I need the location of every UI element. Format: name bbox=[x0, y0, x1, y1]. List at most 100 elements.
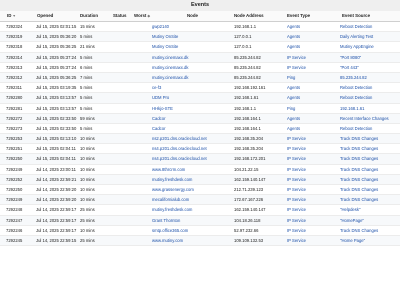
event-source-link[interactable]: "Port 443" bbox=[340, 63, 400, 73]
table-row[interactable]: 7292280Jul 15, 2025 03:13:575 mins✓UUDM … bbox=[0, 93, 400, 104]
event-id[interactable]: 7292313 bbox=[6, 63, 38, 73]
event-source-link[interactable]: "Port 8080" bbox=[340, 53, 400, 63]
table-row[interactable]: 7292311Jul 15, 2025 03:19:355 mins✓▤ce-f… bbox=[0, 83, 400, 94]
table-row[interactable]: 7292253Jul 15, 2025 02:13:1010 mins✓Ons2… bbox=[0, 134, 400, 145]
table-row[interactable]: 7292251Jul 15, 2025 02:04:1110 mins✓Ons4… bbox=[0, 144, 400, 155]
table-row[interactable]: 7292273Jul 15, 2025 02:33:505 mins✓CCadc… bbox=[0, 124, 400, 135]
column-header-event-type[interactable]: Event Type bbox=[287, 11, 310, 21]
table-row[interactable]: 7292249Jul 14, 2025 23:00:1110 mins✓☁www… bbox=[0, 165, 400, 175]
event-source-link[interactable]: Daily Alerting Test bbox=[340, 32, 400, 42]
column-header-opened[interactable]: Opened bbox=[37, 11, 53, 21]
table-row[interactable]: 7292250Jul 14, 2025 22:59:2010 mins✓☁www… bbox=[0, 185, 400, 196]
event-source-link[interactable]: Track DNS Changes bbox=[340, 185, 400, 195]
event-source-link[interactable]: "Helpdesk" bbox=[340, 205, 400, 215]
event-type-link[interactable]: IP Service bbox=[287, 216, 339, 226]
event-type-link[interactable]: Ping bbox=[287, 73, 339, 83]
event-type-link[interactable]: Agents bbox=[287, 32, 339, 42]
event-source-link[interactable]: Track DNS Changes bbox=[340, 154, 400, 164]
table-row[interactable]: 7292248Jul 14, 2025 22:59:1725 mins✓!☁mu… bbox=[0, 205, 400, 216]
event-type-link[interactable]: Agents bbox=[287, 124, 339, 134]
event-type-link[interactable]: IP Service bbox=[287, 175, 339, 185]
node-address: 104.18.26.118 bbox=[234, 217, 261, 223]
table-row[interactable]: 7292250Jul 15, 2025 02:04:1110 mins✓Ons4… bbox=[0, 154, 400, 165]
event-type-link[interactable]: IP Service bbox=[287, 154, 339, 164]
event-id[interactable]: 7292318 bbox=[6, 42, 38, 52]
event-type-link[interactable]: IP Service bbox=[287, 205, 339, 215]
event-type-link[interactable]: Agents bbox=[287, 42, 339, 52]
event-type-link[interactable]: Agents bbox=[287, 83, 339, 93]
event-id[interactable]: 7292280 bbox=[6, 93, 38, 103]
event-type-link[interactable]: IP Service bbox=[287, 236, 339, 246]
table-row[interactable]: 7292312Jul 15, 2025 05:36:257 mins✓!◍mut… bbox=[0, 72, 400, 84]
event-id[interactable]: 7292247 bbox=[6, 216, 38, 226]
event-id[interactable]: 7292273 bbox=[6, 124, 38, 134]
event-source-link[interactable]: Reboot Detection bbox=[340, 83, 400, 93]
event-id[interactable]: 7292249 bbox=[6, 195, 38, 205]
table-row[interactable]: 7292252Jul 14, 2025 22:59:2110 mins✓☁mut… bbox=[0, 174, 400, 185]
event-type-link[interactable]: IP Service bbox=[287, 53, 339, 63]
column-header-duration[interactable]: Duration bbox=[80, 11, 98, 21]
event-source-link[interactable]: Reboot Detection bbox=[340, 22, 400, 32]
column-header-node-address[interactable]: Node Address bbox=[234, 11, 264, 21]
event-type-link[interactable]: IP Service bbox=[287, 144, 339, 154]
table-row[interactable]: 7292281Jul 15, 2025 03:13:575 mins✓HHHkj… bbox=[0, 104, 400, 114]
event-source-link[interactable]: Recent Interface Changes bbox=[340, 114, 400, 124]
event-source-link[interactable]: Reboot Detection bbox=[340, 124, 400, 134]
event-source-link[interactable]: Track DNS Changes bbox=[340, 175, 400, 185]
event-source-link[interactable]: Track DNS Changes bbox=[340, 195, 400, 205]
event-type-link[interactable]: Ping bbox=[287, 104, 339, 114]
table-row[interactable]: 7292319Jul 15, 2025 05:36:205 mins✓MMuti… bbox=[0, 32, 400, 43]
event-source-link[interactable]: Track DNS Changes bbox=[340, 165, 400, 175]
event-id[interactable]: 7292281 bbox=[6, 104, 38, 114]
table-row[interactable]: 7292324Jul 15, 2025 02:01:1515 mins✓▤gwp… bbox=[0, 22, 400, 33]
event-source-link[interactable]: "HomePage" bbox=[340, 216, 400, 226]
event-source-link[interactable]: Track DNS Changes bbox=[340, 134, 400, 144]
event-id[interactable]: 7292311 bbox=[6, 83, 38, 93]
event-source-link[interactable]: Track DNS Changes bbox=[340, 144, 400, 154]
event-type-link[interactable]: Agents bbox=[287, 93, 339, 103]
event-id[interactable]: 7292249 bbox=[6, 165, 38, 175]
event-id[interactable]: 7292314 bbox=[6, 53, 38, 63]
column-header-event-source[interactable]: Event Source bbox=[342, 11, 370, 21]
column-header-id[interactable]: ID▼ bbox=[7, 11, 16, 21]
table-row[interactable]: 7292314Jul 15, 2025 05:37:245 mins✓!◍mut… bbox=[0, 52, 400, 63]
event-source-link[interactable]: Mutiny AppEngine bbox=[340, 42, 400, 52]
event-type-link[interactable]: IP Service bbox=[287, 226, 339, 236]
event-source-link[interactable]: 192.168.1.61 bbox=[340, 104, 400, 114]
table-row[interactable]: 7292246Jul 14, 2025 22:59:1710 mins✓☁smt… bbox=[0, 226, 400, 236]
column-header-worst[interactable]: Worst◆ bbox=[134, 11, 150, 21]
event-id[interactable]: 7292324 bbox=[6, 22, 38, 32]
event-source-link[interactable]: Reboot Detection bbox=[340, 93, 400, 103]
event-id[interactable]: 7292253 bbox=[6, 134, 38, 144]
event-id[interactable]: 7292245 bbox=[6, 236, 38, 246]
event-id[interactable]: 7292248 bbox=[6, 205, 38, 215]
event-id[interactable]: 7292246 bbox=[6, 226, 38, 236]
event-duration: 10 mins bbox=[80, 166, 95, 172]
table-row[interactable]: 7292313Jul 15, 2025 05:37:246 mins✓!◍mut… bbox=[0, 63, 400, 73]
event-id[interactable]: 7292252 bbox=[6, 175, 38, 185]
event-source-link[interactable]: 85.235.244.82 bbox=[340, 73, 400, 83]
event-type-link[interactable]: IP Service bbox=[287, 165, 339, 175]
event-id[interactable]: 7292319 bbox=[6, 32, 38, 42]
event-source-link[interactable]: "Home Page" bbox=[340, 236, 400, 246]
event-type-link[interactable]: Agents bbox=[287, 22, 339, 32]
event-id[interactable]: 7292312 bbox=[6, 73, 38, 83]
event-id[interactable]: 7292272 bbox=[6, 114, 38, 124]
table-row[interactable]: 7292249Jul 14, 2025 22:59:2010 mins✓☁mec… bbox=[0, 195, 400, 206]
table-row[interactable]: 7292247Jul 14, 2025 22:59:1725 mins✓!☁Gr… bbox=[0, 215, 400, 226]
event-type-link[interactable]: IP Service bbox=[287, 195, 339, 205]
column-header-node[interactable]: Node bbox=[187, 11, 198, 21]
event-type-link[interactable]: IP Service bbox=[287, 134, 339, 144]
node-address: 192.168.192.161 bbox=[234, 85, 266, 91]
event-source-link[interactable]: Track DNS Changes bbox=[340, 226, 400, 236]
table-row[interactable]: 7292272Jul 15, 2025 02:33:5059 mins✓CCad… bbox=[0, 113, 400, 124]
column-header-status[interactable]: Status bbox=[113, 11, 126, 21]
table-row[interactable]: 7292318Jul 15, 2025 05:36:2521 mins✓MMut… bbox=[0, 42, 400, 53]
event-id[interactable]: 7292250 bbox=[6, 154, 38, 164]
event-type-link[interactable]: Agents bbox=[287, 114, 339, 124]
event-type-link[interactable]: IP Service bbox=[287, 63, 339, 73]
event-id[interactable]: 7292251 bbox=[6, 144, 38, 154]
event-type-link[interactable]: IP Service bbox=[287, 185, 339, 195]
table-row[interactable]: 7292245Jul 14, 2025 22:59:1525 mins✓!☁ww… bbox=[0, 235, 400, 247]
event-id[interactable]: 7292250 bbox=[6, 185, 38, 195]
